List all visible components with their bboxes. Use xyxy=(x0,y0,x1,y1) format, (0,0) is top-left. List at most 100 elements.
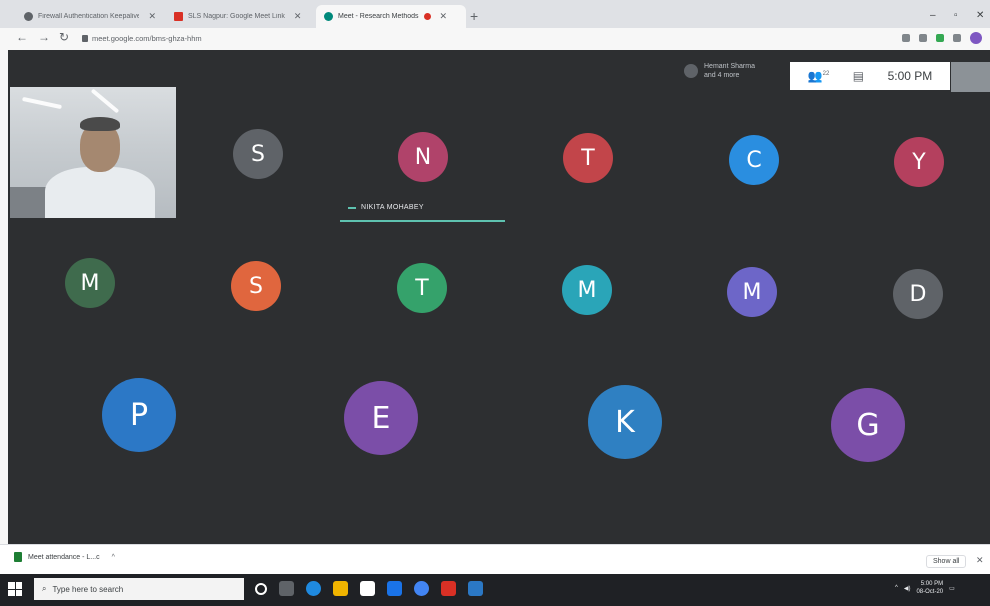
address-row: ← → ↻ meet.google.com/bms-ghza-hhm xyxy=(0,28,990,48)
reload-icon[interactable]: ↻ xyxy=(59,30,69,44)
participant-tile[interactable]: T xyxy=(563,133,613,183)
edge-icon[interactable] xyxy=(306,581,321,596)
audio-indicator-icon xyxy=(348,206,356,209)
camera-icon[interactable] xyxy=(902,34,910,42)
system-tray: ^ ◀) 5:00 PM 08-Oct-20 ▭ xyxy=(895,580,955,596)
participant-initial: M xyxy=(80,270,100,296)
tab-meet[interactable]: Meet - Research Methods ✕ xyxy=(316,5,466,28)
tab-title: Firewall Authentication Keepalive xyxy=(38,13,140,20)
close-window-button[interactable]: ✕ xyxy=(976,10,984,21)
participant-initial: S xyxy=(249,273,263,299)
app-icon[interactable] xyxy=(441,581,456,596)
participants-count: 22 xyxy=(822,71,830,77)
show-all-button[interactable]: Show all xyxy=(926,555,967,568)
windows-taskbar: ⌕ Type here to search ^ ◀) 5:00 PM 08-Oc… xyxy=(0,574,990,606)
chrome-icon[interactable] xyxy=(414,581,429,596)
address-bar[interactable]: meet.google.com/bms-ghza-hhm xyxy=(82,31,872,45)
recording-icon xyxy=(423,13,431,20)
maximize-button[interactable]: ▫ xyxy=(954,10,958,21)
presenter-name: Hemant Sharma xyxy=(704,63,755,70)
windows-start-icon[interactable] xyxy=(8,582,22,596)
participant-tile[interactable]: M xyxy=(562,265,612,315)
close-shelf-button[interactable]: ✕ xyxy=(976,555,984,566)
participant-initial: N xyxy=(414,144,432,170)
lock-icon xyxy=(82,34,88,42)
participant-tile[interactable]: M xyxy=(727,267,777,317)
tab-gmail[interactable]: SLS Nagpur: Google Meet Link ✕ xyxy=(166,5,314,28)
close-tab-icon[interactable]: ✕ xyxy=(294,11,302,22)
download-file-name: Meet attendance - L...c xyxy=(28,553,100,561)
participant-initial: T xyxy=(415,275,429,301)
participant-initial: D xyxy=(909,281,927,307)
participant-initial: S xyxy=(251,141,265,167)
tab-strip: Firewall Authentication Keepalive ✕ SLS … xyxy=(0,0,990,28)
download-shelf: Meet attendance - L...c ^ Show all ✕ xyxy=(0,544,990,574)
participant-initial: C xyxy=(746,147,762,173)
person-body xyxy=(45,167,155,218)
word-icon[interactable] xyxy=(468,581,483,596)
participant-tile[interactable]: T xyxy=(397,263,447,313)
close-tab-icon[interactable]: ✕ xyxy=(440,11,448,22)
participant-tile[interactable]: K xyxy=(588,385,662,459)
presenter-chip[interactable]: Hemant Sharma and 4 more xyxy=(684,62,755,80)
extension-icon[interactable] xyxy=(936,34,944,42)
meeting-time: 5:00 PM xyxy=(887,69,933,83)
office-desk xyxy=(10,187,50,218)
taskbar-date: 08-Oct-20 xyxy=(916,589,944,595)
new-tab-button[interactable]: + xyxy=(470,8,478,24)
taskbar-search[interactable]: ⌕ Type here to search xyxy=(34,578,244,600)
participant-initial: G xyxy=(856,407,880,443)
participant-tile[interactable]: S xyxy=(231,261,281,311)
participant-initial: M xyxy=(742,279,762,305)
active-speaker-name: NIKITA MOHABEY xyxy=(361,204,424,211)
participant-tile[interactable]: M xyxy=(65,258,115,308)
presenter-more: and 4 more xyxy=(704,72,740,79)
cortana-icon[interactable] xyxy=(255,582,267,595)
minimize-button[interactable]: – xyxy=(930,10,936,21)
chat-icon[interactable]: ▤ xyxy=(853,69,864,83)
notification-icon[interactable]: ▭ xyxy=(949,585,955,592)
tab-title: SLS Nagpur: Google Meet Link xyxy=(188,13,285,20)
puzzle-icon[interactable] xyxy=(953,34,961,42)
store-icon[interactable] xyxy=(360,581,375,596)
self-video-tile[interactable] xyxy=(10,87,176,218)
chevron-up-icon[interactable]: ^ xyxy=(112,554,115,561)
task-view-icon[interactable] xyxy=(279,581,294,596)
tab-firewall[interactable]: Firewall Authentication Keepalive ✕ xyxy=(16,5,164,28)
speaking-bar xyxy=(340,220,505,222)
participant-tile[interactable]: Y xyxy=(894,137,944,187)
download-item[interactable]: Meet attendance - L...c ^ xyxy=(14,552,115,562)
tray-arrow-icon[interactable]: ^ xyxy=(895,585,898,591)
globe-icon xyxy=(24,12,33,21)
participant-tile[interactable]: G xyxy=(831,388,905,462)
participant-initial: P xyxy=(129,397,149,433)
mail-icon[interactable] xyxy=(387,581,402,596)
presenter-avatar xyxy=(684,64,698,78)
url-text: meet.google.com/bms-ghza-hhm xyxy=(92,33,202,43)
presenter-thumbnail[interactable] xyxy=(951,62,990,92)
people-icon[interactable]: 👥22 xyxy=(808,69,830,83)
forward-icon[interactable]: → xyxy=(38,30,50,44)
close-tab-icon[interactable]: ✕ xyxy=(148,11,156,22)
ceiling-light xyxy=(90,88,120,114)
extension-icons xyxy=(902,32,982,44)
person-hair xyxy=(80,117,120,131)
back-icon[interactable]: ← xyxy=(16,30,28,44)
taskbar-time: 5:00 PM xyxy=(920,581,944,587)
participant-tile[interactable]: D xyxy=(893,269,943,319)
star-icon[interactable] xyxy=(919,34,927,42)
participant-tile[interactable]: C xyxy=(729,135,779,185)
participant-initial: T xyxy=(581,145,595,171)
active-speaker-tile[interactable]: NIKITA MOHABEY xyxy=(340,198,505,222)
participant-tile[interactable]: P xyxy=(102,378,176,452)
file-explorer-icon[interactable] xyxy=(333,581,348,596)
participant-tile[interactable]: S xyxy=(233,129,283,179)
tab-title: Meet - Research Methods xyxy=(338,13,419,20)
participant-tile[interactable]: N xyxy=(398,132,448,182)
taskbar-clock[interactable]: 5:00 PM 08-Oct-20 xyxy=(916,580,943,596)
profile-avatar[interactable] xyxy=(970,32,982,44)
participant-initial: K xyxy=(615,404,635,440)
volume-icon[interactable]: ◀) xyxy=(904,585,911,592)
participant-tile[interactable]: E xyxy=(344,381,418,455)
ceiling-light xyxy=(22,96,62,110)
